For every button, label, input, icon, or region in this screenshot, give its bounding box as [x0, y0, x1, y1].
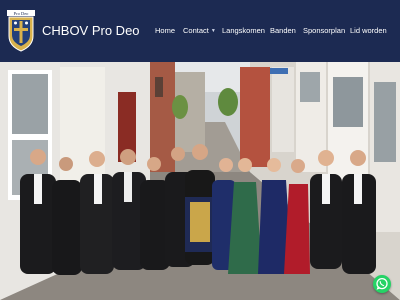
site-header: Pro Deo CHBOV Pro Deo Home Contact ▼ Lang… [0, 0, 400, 62]
group-photo-street-icon [0, 62, 400, 300]
chevron-down-icon: ▼ [210, 28, 216, 34]
whatsapp-button[interactable] [373, 275, 391, 293]
nav-langskomen[interactable]: Langskomen [222, 25, 265, 37]
main-nav: Home Contact ▼ Langskomen Banden Sponsorp… [0, 25, 400, 39]
nav-lid-worden-label: Lid worden [350, 26, 387, 35]
nav-banden[interactable]: Banden [270, 25, 296, 37]
hero-image [0, 62, 400, 300]
nav-langskomen-label: Langskomen [222, 26, 265, 35]
nav-sponsorplan-label: Sponsorplan [303, 26, 346, 35]
nav-sponsorplan[interactable]: Sponsorplan [303, 25, 345, 37]
whatsapp-icon [376, 277, 388, 290]
nav-contact[interactable]: Contact ▼ [183, 25, 216, 37]
nav-contact-label: Contact [183, 26, 209, 35]
nav-home[interactable]: Home [155, 25, 175, 37]
nav-banden-label: Banden [270, 26, 296, 35]
svg-text:Pro Deo: Pro Deo [14, 11, 30, 16]
nav-home-label: Home [155, 26, 176, 35]
nav-lid-worden[interactable]: Lid worden [350, 25, 387, 37]
